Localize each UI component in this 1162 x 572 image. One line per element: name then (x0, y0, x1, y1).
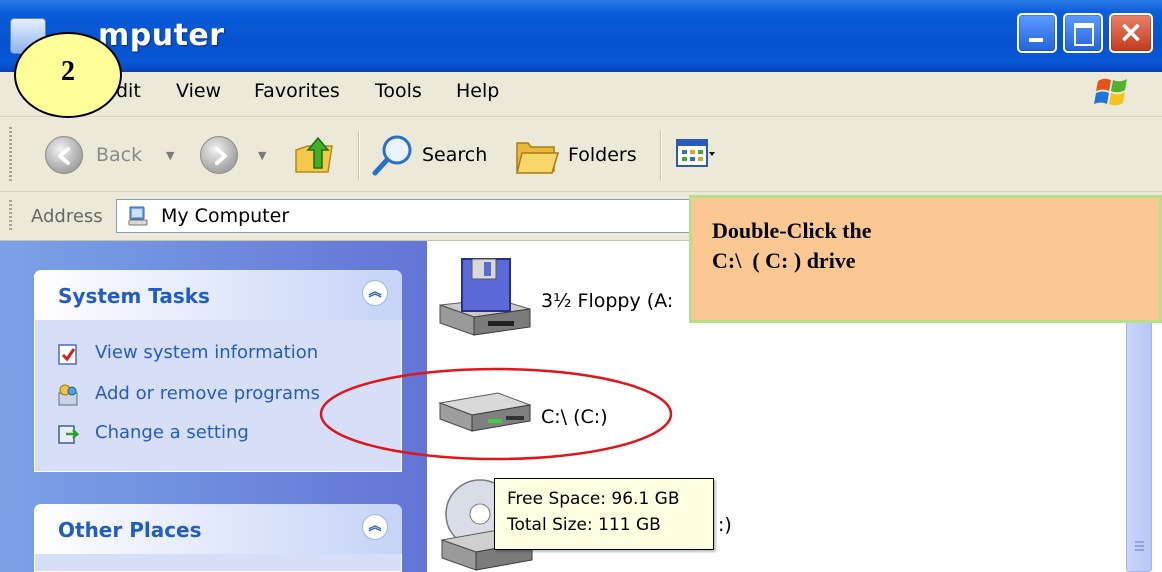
instruction-line-2: C:\ ( C: ) drive (712, 248, 856, 273)
forward-dropdown-icon[interactable]: ▼ (258, 149, 266, 162)
toolbar-separator (358, 130, 359, 180)
windows-logo-icon (1094, 78, 1127, 106)
toolbar-separator (660, 130, 661, 180)
up-folder-icon[interactable] (292, 132, 336, 176)
menu-view[interactable]: View (176, 80, 221, 102)
instruction-callout: Double-Click the C:\ ( C: ) drive (689, 195, 1162, 323)
tooltip-total-size: Total Size: 111 GB (507, 515, 661, 535)
control-panel-icon (58, 425, 79, 444)
folders-button[interactable]: Folders (568, 144, 637, 166)
task-label: View system information (95, 342, 319, 363)
back-arrow-icon[interactable] (45, 136, 83, 174)
add-remove-programs-icon (58, 384, 78, 406)
task-label: Add or remove programs (95, 383, 320, 404)
menu-tools[interactable]: Tools (375, 80, 422, 102)
floppy-drive-icon[interactable] (436, 255, 532, 343)
close-icon: × (1118, 15, 1144, 50)
floppy-drive-label[interactable]: 3½ Floppy (A: (541, 290, 673, 312)
my-computer-icon (128, 206, 148, 226)
other-places-header[interactable]: Other Places ︽ (34, 504, 402, 554)
instruction-line-1: Double-Click the (712, 218, 872, 243)
menu-help[interactable]: Help (456, 80, 499, 102)
drive-tooltip: Free Space: 96.1 GB Total Size: 111 GB (494, 478, 714, 550)
step-number: 2 (61, 56, 75, 87)
system-tasks-header[interactable]: System Tasks ︽ (34, 270, 402, 320)
toolbar: Back ▼ ▼ Search Folders (0, 117, 1162, 192)
folders-icon[interactable] (514, 133, 560, 177)
other-places-title: Other Places (58, 518, 202, 542)
address-grip[interactable] (9, 200, 12, 232)
close-button[interactable]: × (1109, 13, 1153, 53)
menu-favorites[interactable]: Favorites (254, 80, 340, 102)
scrollbar-thumb[interactable] (1126, 300, 1152, 572)
title-bar: mputer × (0, 0, 1162, 72)
window-title: mputer (98, 18, 225, 53)
address-label: Address (31, 206, 103, 227)
task-label: Change a setting (95, 422, 249, 443)
back-button[interactable]: Back (96, 144, 142, 166)
forward-arrow-icon[interactable] (200, 136, 238, 174)
minimize-button[interactable] (1017, 13, 1057, 53)
collapse-chevron-icon[interactable]: ︽ (362, 514, 388, 540)
system-tasks-title: System Tasks (58, 284, 210, 308)
system-info-icon (58, 344, 77, 365)
search-button[interactable]: Search (422, 144, 487, 166)
other-places-panel (34, 554, 402, 572)
thumb-grip-icon (1135, 541, 1144, 551)
maximize-button[interactable] (1063, 13, 1103, 53)
menu-bar: dit View Favorites Tools Help (0, 72, 1162, 117)
step-badge: 2 (14, 32, 122, 118)
views-icon[interactable] (676, 139, 716, 171)
back-dropdown-icon[interactable]: ▼ (166, 149, 174, 162)
search-icon[interactable] (370, 132, 416, 178)
toolbar-grip[interactable] (9, 127, 12, 181)
tooltip-free-space: Free Space: 96.1 GB (507, 489, 680, 509)
highlight-ellipse (319, 367, 673, 461)
collapse-chevron-icon[interactable]: ︽ (362, 280, 388, 306)
address-value: My Computer (161, 205, 290, 227)
cd-drive-label[interactable]: :) (718, 514, 732, 536)
